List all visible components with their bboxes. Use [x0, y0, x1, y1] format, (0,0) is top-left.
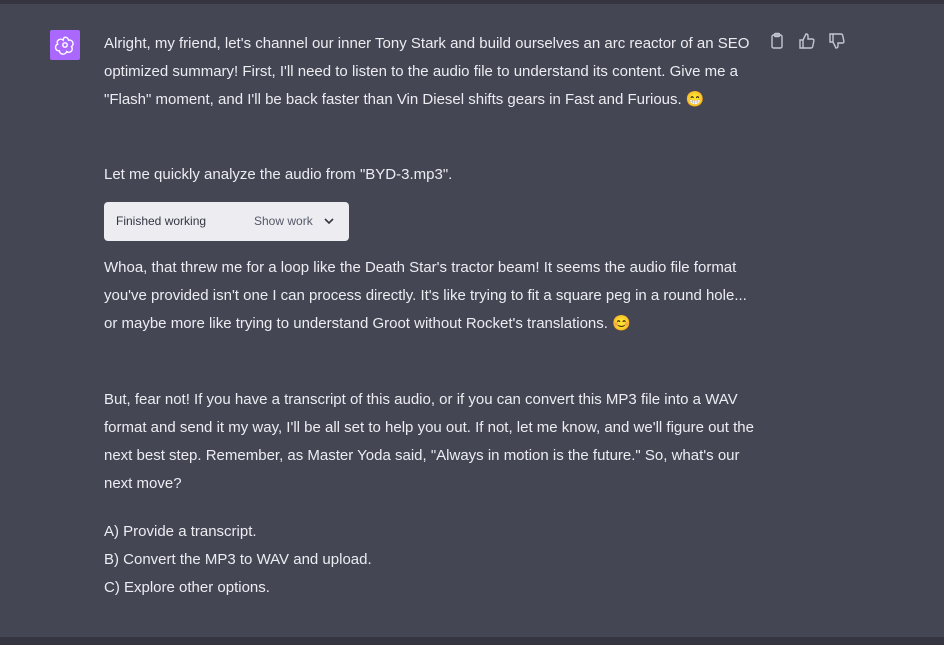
assistant-avatar: [50, 30, 80, 60]
show-work-button[interactable]: Show work: [254, 214, 313, 228]
top-divider: [0, 0, 944, 4]
options-list: A) Provide a transcript. B) Convert the …: [104, 518, 754, 602]
message-actions: [768, 32, 846, 50]
option-item: C) Explore other options.: [104, 579, 270, 596]
clipboard-icon[interactable]: [768, 32, 786, 50]
option-item: B) Convert the MP3 to WAV and upload.: [104, 551, 372, 568]
openai-logo-icon: [54, 36, 74, 55]
thumbs-up-icon[interactable]: [798, 32, 816, 50]
thumbs-down-icon[interactable]: [828, 32, 846, 50]
work-status-label: Finished working: [116, 214, 207, 228]
message-paragraph-3: Whoa, that threw me for a loop like the …: [104, 259, 747, 332]
message-paragraph-1: Alright, my friend, let's channel our in…: [104, 35, 750, 108]
message-paragraph-2: Let me quickly analyze the audio from "B…: [104, 166, 453, 183]
option-item: A) Provide a transcript.: [104, 523, 257, 540]
chevron-down-icon[interactable]: [322, 214, 336, 228]
work-status-box[interactable]: Finished working Show work: [104, 202, 349, 241]
bottom-divider: [0, 637, 944, 645]
message-paragraph-4: But, fear not! If you have a transcript …: [104, 391, 754, 492]
